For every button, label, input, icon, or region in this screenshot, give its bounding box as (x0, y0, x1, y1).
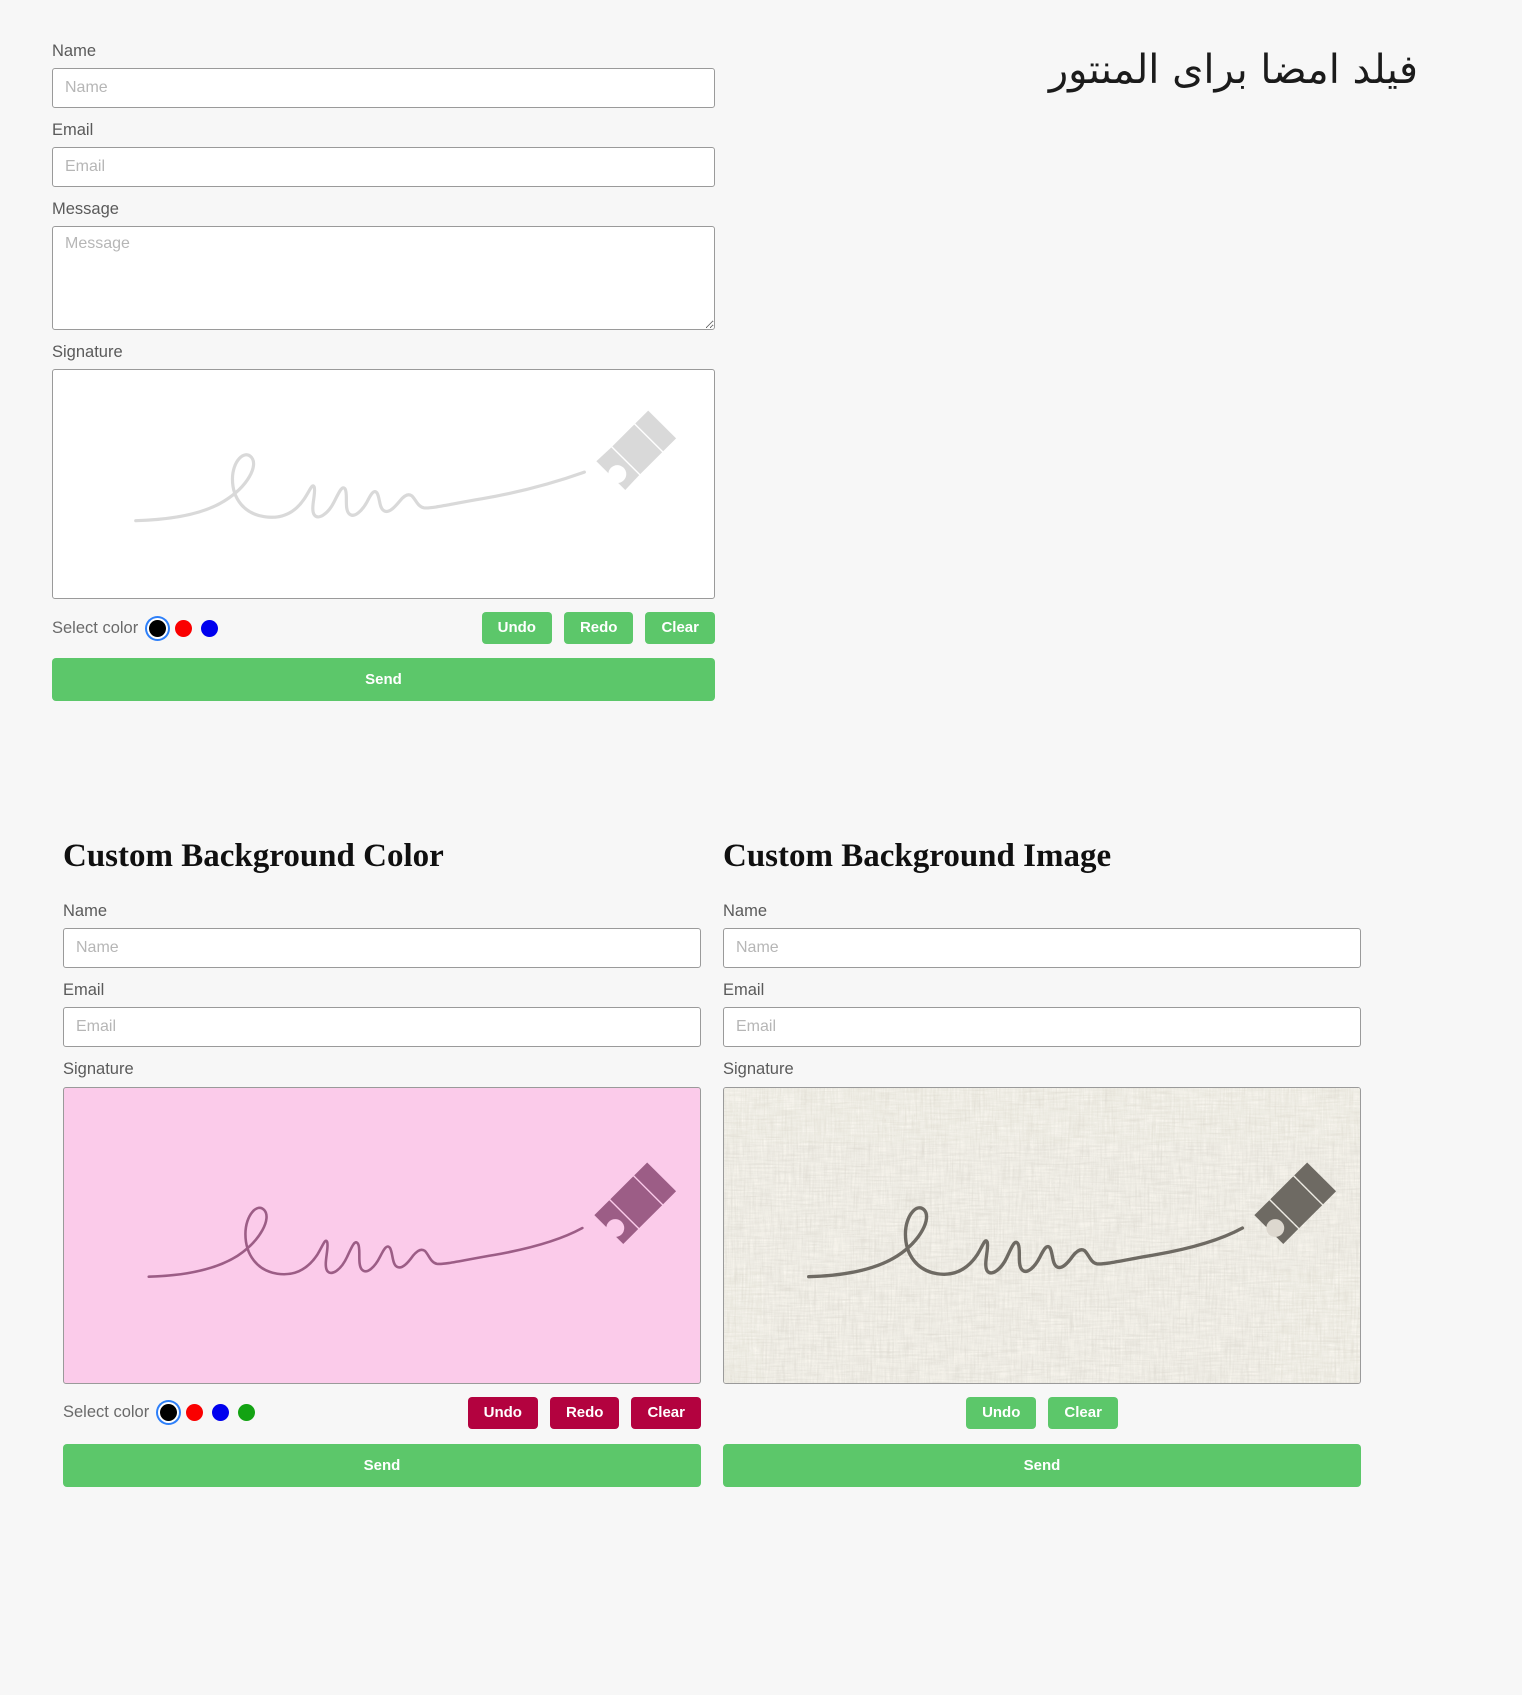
color-swatch-blue[interactable] (201, 619, 219, 637)
signature-controls: Select color Undo Redo Clear (63, 1396, 701, 1429)
send-button[interactable]: Send (63, 1443, 701, 1487)
clear-button[interactable]: Clear (631, 1396, 701, 1429)
email-field-group: Email (723, 979, 1361, 1048)
email-field-group: Email (63, 979, 701, 1048)
send-button[interactable]: Send (723, 1443, 1361, 1487)
select-color-label: Select color (52, 618, 139, 637)
name-field-group: Name (723, 900, 1361, 969)
email-field-group: Email (52, 119, 715, 188)
message-textarea[interactable] (52, 226, 715, 331)
undo-button[interactable]: Undo (467, 1396, 538, 1429)
name-label: Name (723, 902, 768, 921)
section-custom-background-image: Custom Background Image Name Email Signa… (723, 838, 1361, 1487)
section-title-bg-image: Custom Background Image (723, 838, 1112, 874)
color-swatch-red[interactable] (175, 619, 193, 637)
name-input[interactable] (52, 68, 715, 109)
name-input[interactable] (63, 928, 701, 969)
redo-button[interactable]: Redo (563, 612, 634, 645)
color-swatch-black[interactable] (149, 619, 167, 637)
contact-signature-form: Name Email Message Signature (52, 40, 715, 702)
color-picker: Select color (52, 618, 219, 638)
message-field-group: Message (52, 198, 715, 331)
signature-label: Signature (63, 1060, 134, 1079)
signature-label: Signature (52, 343, 123, 362)
signature-label: Signature (723, 1060, 794, 1079)
email-input[interactable] (63, 1007, 701, 1048)
signature-canvas[interactable] (52, 369, 715, 600)
signature-drawing-icon (134, 411, 677, 523)
email-input[interactable] (52, 147, 715, 188)
signature-field-group: Signature (63, 1058, 701, 1384)
clear-button[interactable]: Clear (645, 612, 715, 645)
send-button-wrap: Send (723, 1443, 1361, 1487)
pen-nib-icon (1254, 1162, 1337, 1244)
redo-button[interactable]: Redo (549, 1396, 620, 1429)
page-title-rtl: فیلد امضا برای المنتور (1048, 47, 1418, 93)
color-swatch-green[interactable] (238, 1404, 256, 1422)
name-label: Name (63, 902, 108, 921)
clear-button[interactable]: Clear (1048, 1396, 1118, 1429)
section-title-bg-color: Custom Background Color (63, 838, 444, 874)
undo-button[interactable]: Undo (481, 612, 552, 645)
name-label: Name (52, 42, 97, 60)
signature-action-buttons: Undo Redo Clear (481, 612, 715, 645)
send-button-wrap: Send (52, 658, 715, 702)
signature-controls: Select color Undo Redo Clear (52, 612, 715, 645)
send-button-wrap: Send (63, 1443, 701, 1487)
section-custom-background-color: Custom Background Color Name Email Signa… (63, 838, 701, 1487)
name-input[interactable] (723, 928, 1361, 969)
email-label: Email (63, 981, 105, 1000)
name-field-group: Name (63, 900, 701, 969)
signature-canvas[interactable] (63, 1086, 701, 1384)
email-label: Email (52, 121, 94, 140)
signature-canvas[interactable] (723, 1086, 1361, 1384)
signature-field-group: Signature (52, 341, 715, 600)
email-label: Email (723, 981, 765, 1000)
signature-action-buttons: Undo Redo Clear (467, 1396, 701, 1429)
message-label: Message (52, 200, 119, 219)
color-swatch-blue[interactable] (212, 1404, 230, 1422)
signature-action-buttons: Undo Clear (966, 1396, 1118, 1429)
signature-controls: Undo Clear (723, 1396, 1361, 1429)
signature-field-group: Signature (723, 1058, 1361, 1384)
signature-drawing-icon (807, 1162, 1337, 1278)
color-swatch-black[interactable] (160, 1404, 178, 1422)
signature-drawing-icon (147, 1162, 677, 1278)
select-color-label: Select color (63, 1403, 150, 1422)
pen-nib-icon (594, 1162, 677, 1244)
color-picker: Select color (63, 1403, 256, 1422)
name-field-group: Name (52, 40, 715, 109)
color-swatch-red[interactable] (186, 1404, 204, 1422)
undo-button[interactable]: Undo (966, 1396, 1037, 1429)
email-input[interactable] (723, 1007, 1361, 1048)
pen-nib-icon (596, 411, 677, 491)
send-button[interactable]: Send (52, 658, 715, 702)
